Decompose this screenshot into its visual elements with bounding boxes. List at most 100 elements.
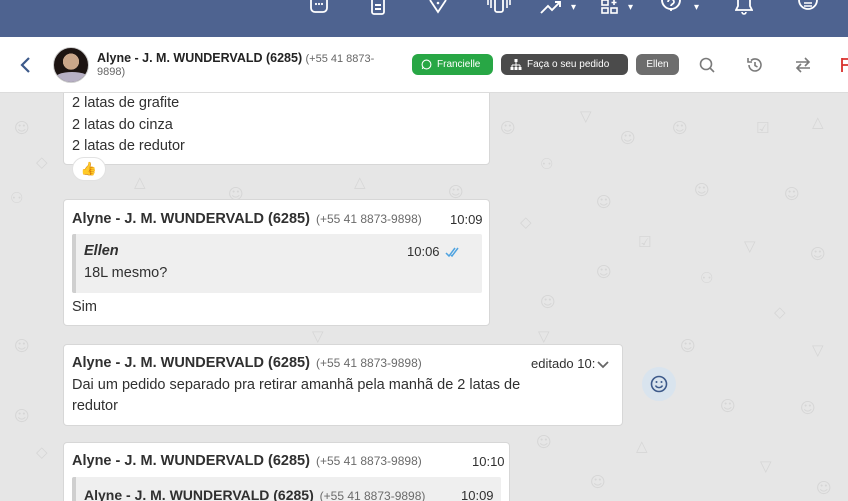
background-doodle-icon: ☺ bbox=[784, 185, 800, 203]
agent-badge[interactable]: Ellen bbox=[636, 54, 679, 75]
background-doodle-icon: ☺ bbox=[620, 129, 636, 147]
message-bubble[interactable]: Alyne - J. M. WUNDERVALD (6285) (+55 41 … bbox=[63, 199, 490, 326]
chevron-down-icon[interactable]: ▾ bbox=[628, 2, 633, 13]
background-doodle-icon: ▽ bbox=[760, 457, 772, 475]
background-doodle-icon: ☑ bbox=[638, 233, 652, 251]
contact-header: Alyne - J. M. WUNDERVALD (6285) (+55 41 … bbox=[0, 37, 848, 93]
quoted-message[interactable]: Alyne - J. M. WUNDERVALD (6285) (+55 41 … bbox=[72, 477, 501, 501]
quote-text: 18L mesmo? bbox=[84, 265, 168, 281]
background-doodle-icon: ☺ bbox=[14, 119, 30, 137]
background-doodle-icon: △ bbox=[134, 173, 146, 191]
swap-icon[interactable] bbox=[793, 55, 813, 75]
background-doodle-icon: △ bbox=[636, 437, 648, 455]
quote-sender-phone: (+55 41 8873-9898) bbox=[319, 489, 426, 501]
sender-name: Alyne - J. M. WUNDERVALD (6285) bbox=[72, 355, 310, 371]
background-doodle-icon: ☺ bbox=[536, 433, 552, 451]
apps-icon[interactable] bbox=[601, 0, 619, 16]
quote-author: Ellen bbox=[84, 243, 119, 259]
background-doodle-icon: ☺ bbox=[500, 119, 516, 137]
message-text: Sim bbox=[72, 299, 97, 315]
background-doodle-icon: ▽ bbox=[744, 237, 756, 255]
background-doodle-icon: ⚇ bbox=[10, 189, 24, 207]
background-doodle-icon: ☺ bbox=[672, 119, 688, 137]
quoted-message[interactable]: Ellen 10:06 18L mesmo? bbox=[72, 234, 482, 293]
background-doodle-icon: ☺ bbox=[14, 337, 30, 355]
contact-info[interactable]: Alyne - J. M. WUNDERVALD (6285) (+55 41 … bbox=[97, 52, 397, 78]
background-doodle-icon: ▽ bbox=[312, 327, 324, 345]
sender-phone: (+55 41 8873-9898) bbox=[315, 356, 422, 370]
emoji-icon bbox=[650, 375, 668, 393]
message-bubble[interactable]: Alyne - J. M. WUNDERVALD (6285) (+55 41 … bbox=[63, 344, 623, 426]
background-doodle-icon: ⚇ bbox=[700, 269, 714, 287]
message-sender: Alyne - J. M. WUNDERVALD (6285) (+55 41 … bbox=[72, 355, 422, 371]
chat-area[interactable]: ☺ ◇ ⚇ ☺ ☺ ◇ △ ☺ △ ☺ ▽ ▽ ☺ ▽ ☺ ☺ ☑ △ ⚇ ☺ … bbox=[0, 93, 848, 501]
background-doodle-icon: ◇ bbox=[36, 443, 48, 461]
message-bubble[interactable]: Alyne - J. M. WUNDERVALD (6285) (+55 41 … bbox=[63, 442, 510, 501]
help-icon[interactable] bbox=[661, 0, 681, 16]
background-doodle-icon: ▽ bbox=[580, 107, 592, 125]
quote-time: 10:06 bbox=[407, 244, 440, 259]
search-icon[interactable] bbox=[697, 55, 717, 75]
edited-label: editado 10: bbox=[531, 356, 596, 371]
message-bubble[interactable]: 2 latas de grafite 2 latas do cinza 2 la… bbox=[63, 93, 490, 165]
whatsapp-channel-badge[interactable]: Francielle bbox=[412, 54, 493, 75]
background-doodle-icon: ☺ bbox=[14, 407, 30, 425]
emoji-reaction-button[interactable] bbox=[642, 367, 676, 401]
background-doodle-icon: ☺ bbox=[694, 181, 710, 199]
history-icon[interactable] bbox=[745, 55, 765, 75]
whatsapp-channel-label: Francielle bbox=[437, 59, 481, 70]
contact-name: Alyne - J. M. WUNDERVALD (6285) bbox=[97, 51, 303, 65]
chevron-down-icon[interactable] bbox=[596, 357, 610, 375]
sender-phone: (+55 41 8873-9898) bbox=[315, 454, 422, 468]
thumbs-up-icon: 👍 bbox=[80, 161, 98, 176]
trend-icon[interactable] bbox=[540, 0, 562, 16]
phone-vibrate-icon[interactable] bbox=[487, 0, 511, 16]
background-doodle-icon: ◇ bbox=[520, 213, 532, 231]
background-doodle-icon: ☺ bbox=[596, 193, 612, 211]
back-icon[interactable] bbox=[16, 55, 36, 75]
chevron-down-icon[interactable]: ▾ bbox=[571, 2, 576, 13]
message-sender: Alyne - J. M. WUNDERVALD (6285) (+55 41 … bbox=[72, 211, 422, 227]
message-time: 10:09 bbox=[450, 212, 483, 227]
message-line: 2 latas do cinza bbox=[72, 117, 173, 133]
chat-icon[interactable] bbox=[309, 0, 329, 16]
message-line: 2 latas de redutor bbox=[72, 138, 185, 154]
order-button[interactable]: Faça o seu pedido bbox=[501, 54, 628, 75]
message-text: redutor bbox=[72, 398, 118, 414]
background-doodle-icon: ☺ bbox=[816, 479, 832, 497]
background-doodle-icon: △ bbox=[812, 113, 824, 131]
bell-icon[interactable] bbox=[735, 0, 753, 16]
sender-phone: (+55 41 8873-9898) bbox=[315, 212, 422, 226]
background-doodle-icon: ▽ bbox=[538, 327, 550, 345]
top-navigation-bar: ▾ ▾ ▾ bbox=[0, 0, 848, 37]
background-doodle-icon: ⚇ bbox=[540, 155, 554, 173]
background-doodle-icon: ◇ bbox=[774, 303, 786, 321]
background-doodle-icon: ☺ bbox=[800, 399, 816, 417]
message-sender: Alyne - J. M. WUNDERVALD (6285) (+55 41 … bbox=[72, 453, 422, 469]
quote-sender: Alyne - J. M. WUNDERVALD (6285) (+55 41 … bbox=[84, 487, 425, 501]
whatsapp-icon bbox=[421, 59, 432, 70]
hierarchy-icon bbox=[510, 59, 522, 70]
background-doodle-icon: ☺ bbox=[590, 473, 606, 491]
agent-badge-label: Ellen bbox=[646, 59, 669, 70]
background-doodle-icon: ☺ bbox=[540, 293, 556, 311]
reaction-badge[interactable]: 👍 bbox=[72, 157, 106, 181]
chevron-down-icon[interactable]: ▾ bbox=[694, 2, 699, 13]
sender-name: Alyne - J. M. WUNDERVALD (6285) bbox=[72, 211, 310, 227]
background-doodle-icon: △ bbox=[354, 173, 366, 191]
message-line: 2 latas de grafite bbox=[72, 95, 180, 111]
read-receipt-icon bbox=[445, 245, 461, 263]
list-icon[interactable] bbox=[798, 0, 818, 16]
background-doodle-icon: ☺ bbox=[720, 397, 736, 415]
background-doodle-icon: ☺ bbox=[680, 337, 696, 355]
quote-time: 10:09 bbox=[461, 488, 494, 501]
background-doodle-icon: ☺ bbox=[596, 263, 612, 281]
message-time: 10:10 bbox=[472, 454, 505, 469]
background-doodle-icon: ☺ bbox=[810, 245, 826, 263]
flag-icon[interactable] bbox=[838, 55, 848, 75]
sender-name: Alyne - J. M. WUNDERVALD (6285) bbox=[72, 453, 310, 469]
avatar[interactable] bbox=[53, 47, 89, 83]
background-doodle-icon: ▽ bbox=[812, 341, 824, 359]
clipboard-icon[interactable] bbox=[371, 0, 385, 16]
tag-icon[interactable] bbox=[429, 0, 447, 16]
